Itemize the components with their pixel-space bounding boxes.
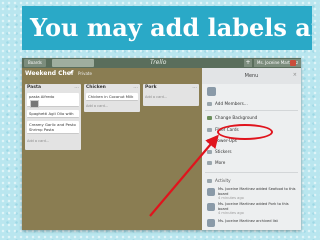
trello-screenshot: Boards Trello + Ms. Joceine Martinez Wee… xyxy=(22,58,301,230)
list-menu-icon[interactable]: ... xyxy=(133,84,138,90)
menu-sidebar: Menu × Add Members... Change Background … xyxy=(202,68,301,230)
list-menu-icon[interactable]: ... xyxy=(192,84,197,90)
add-button[interactable]: + xyxy=(244,59,252,67)
add-members-button[interactable]: Add Members... xyxy=(207,101,248,106)
member-avatar[interactable] xyxy=(207,87,216,96)
menu-header: Menu × xyxy=(202,68,301,84)
divider xyxy=(205,110,298,111)
card[interactable]: Creamy Garlic and Pesto Shrimp Pasta xyxy=(27,121,79,134)
slide-title: You may add labels and xyxy=(22,6,312,50)
activity-heading: Activity xyxy=(207,178,231,183)
notification-icon[interactable] xyxy=(290,60,296,66)
divider xyxy=(205,172,298,173)
more-icon xyxy=(207,161,212,165)
list-title[interactable]: Chicken xyxy=(86,85,106,90)
add-card-link[interactable]: Add a card... xyxy=(145,95,167,99)
board-title[interactable]: Weekend Chef xyxy=(25,70,73,77)
filter-icon xyxy=(207,128,212,132)
stickers-button[interactable]: Stickers xyxy=(207,149,232,154)
activity-avatar xyxy=(207,219,215,227)
activity-avatar xyxy=(207,203,215,211)
power-ups-icon xyxy=(207,139,212,143)
activity-item[interactable]: Ms. Joceine Martinez added Pork to this … xyxy=(218,202,298,216)
card[interactable]: Chicken in Coconut Milk xyxy=(86,93,138,101)
top-bar: Boards Trello + Ms. Joceine Martinez xyxy=(22,58,301,68)
more-button[interactable]: More xyxy=(207,160,225,165)
activity-item[interactable]: Ms. Joceine Martinez added Seafood to th… xyxy=(218,187,298,201)
visibility-label[interactable]: Private xyxy=(78,71,92,76)
activity-avatar xyxy=(207,188,215,196)
star-icon[interactable]: ★ xyxy=(69,70,73,76)
person-icon xyxy=(207,102,212,106)
search-input[interactable] xyxy=(52,59,94,67)
add-card-link[interactable]: Add a card... xyxy=(27,139,49,143)
boards-button[interactable]: Boards xyxy=(24,59,46,67)
card-thumbnail xyxy=(30,100,39,108)
close-icon[interactable]: × xyxy=(293,72,297,78)
list-pasta: Pasta ... pasta Alfredo Spaghetti Agli O… xyxy=(25,84,81,150)
list-chicken: Chicken ... Chicken in Coconut Milk Add … xyxy=(84,84,140,112)
list-pork: Pork ... Add a card... xyxy=(143,84,199,106)
activity-item[interactable]: Ms. Joceine Martinez archived list xyxy=(218,219,298,224)
add-card-link[interactable]: Add a card... xyxy=(86,104,108,108)
trello-logo[interactable]: Trello xyxy=(150,58,166,68)
highlight-circle xyxy=(217,124,273,140)
sticker-icon xyxy=(207,150,212,154)
change-background-button[interactable]: Change Background xyxy=(207,115,257,120)
list-menu-icon[interactable]: ... xyxy=(74,84,79,90)
list-title[interactable]: Pork xyxy=(145,85,157,90)
card[interactable]: Spaghetti Agli Olio with Shrimps xyxy=(27,110,79,118)
menu-title: Menu xyxy=(244,73,259,79)
background-icon xyxy=(207,116,212,120)
activity-icon xyxy=(207,179,212,183)
list-title[interactable]: Pasta xyxy=(27,85,41,90)
